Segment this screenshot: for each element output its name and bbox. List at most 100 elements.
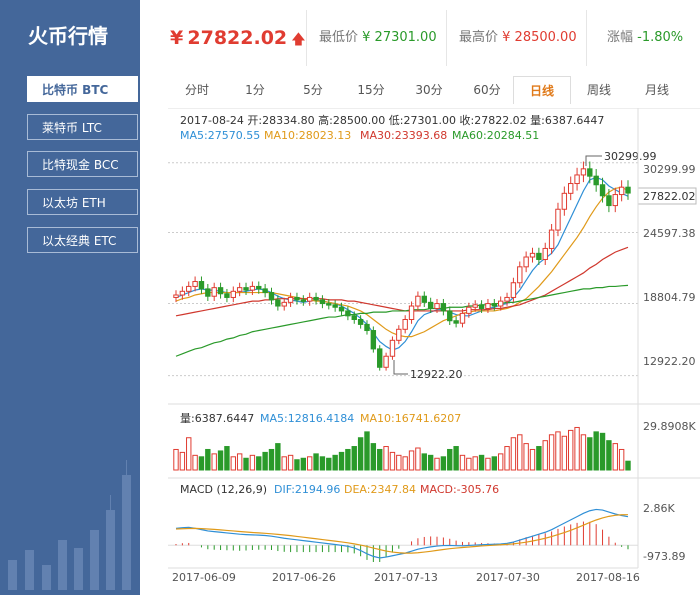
- high-price-label: 最高价: [459, 30, 499, 45]
- candle-65: [587, 168, 593, 177]
- candle-31: [370, 330, 377, 350]
- candle-60: [555, 208, 561, 231]
- ma-lines: [175, 176, 629, 357]
- volume-bar-59: [548, 434, 555, 471]
- candle-42: [440, 303, 447, 312]
- change-value: -1.80%: [637, 30, 684, 45]
- volume-bar-24: [326, 457, 332, 471]
- tab-60min[interactable]: 60分: [458, 76, 516, 104]
- vol-axis-label: 29.8908K: [643, 420, 696, 433]
- volume-bar-12: [249, 454, 256, 471]
- ma5-line: [175, 176, 629, 351]
- volume-bar-44: [453, 446, 459, 471]
- volume-bar-48: [478, 454, 485, 471]
- candle-11: [243, 287, 249, 291]
- candle-30: [364, 323, 370, 332]
- price-axis-label-3: 12922.20: [643, 355, 696, 368]
- candle-16: [275, 299, 281, 307]
- kline-chart[interactable]: 2017-08-24 开:28334.80 高:28500.00 低:27301…: [168, 108, 700, 595]
- candles: [173, 161, 631, 371]
- volume-bar-47: [472, 456, 478, 471]
- volume-bar-70: [618, 448, 625, 471]
- candle-53: [510, 282, 517, 298]
- sidebar-item-ltc[interactable]: 莱特币 LTC: [27, 114, 138, 140]
- macd-axis-bottom: -973.89: [643, 550, 685, 563]
- candle-18: [287, 296, 294, 303]
- candle-50: [491, 303, 498, 307]
- candle-47: [472, 304, 478, 308]
- candle-15: [268, 292, 275, 301]
- tab-1min[interactable]: 1分: [226, 76, 284, 104]
- min-annotation: 12922.20: [410, 368, 463, 381]
- volume-bar-45: [459, 454, 466, 471]
- macd-value-label: MACD:-305.76: [420, 483, 499, 496]
- volume-bar-55: [523, 443, 529, 471]
- sidebar-item-bcc[interactable]: 比特现金 BCC: [27, 151, 138, 177]
- price-axis-label-1: 24597.38: [643, 227, 696, 240]
- candle-36: [402, 319, 408, 330]
- currency-symbol: ¥: [170, 27, 184, 49]
- candle-28: [351, 315, 357, 320]
- volume-bar-67: [599, 432, 606, 471]
- volume-bar-20: [300, 457, 307, 471]
- candle-23: [319, 299, 326, 305]
- volume-bar-22: [313, 453, 319, 471]
- volume-bar-26: [338, 451, 345, 471]
- candle-58: [542, 247, 548, 260]
- volume-bar-25: [332, 454, 338, 471]
- candle-35: [396, 328, 402, 341]
- candle-66: [593, 175, 599, 186]
- min-pointer: [393, 360, 408, 375]
- candle-14: [262, 288, 268, 294]
- candle-0: [173, 294, 179, 298]
- candle-34: [389, 339, 396, 357]
- volume-bar-49: [485, 457, 491, 471]
- volume-bar-41: [434, 457, 440, 471]
- candle-67: [599, 184, 606, 197]
- candle-27: [345, 310, 351, 317]
- volume-bar-29: [357, 437, 364, 471]
- volume-bar-17: [281, 456, 287, 471]
- sidebar-item-etc[interactable]: 以太经典 ETC: [27, 227, 138, 253]
- tab-daily[interactable]: 日线: [513, 76, 571, 104]
- sidebar-item-btc[interactable]: 比特币 BTC: [27, 76, 138, 102]
- volume-bar-42: [440, 456, 447, 471]
- volume-bar-68: [606, 440, 612, 471]
- volume-bar-8: [224, 446, 230, 471]
- candle-9: [230, 290, 236, 298]
- volume-bar-37: [408, 450, 415, 471]
- price-tag-value: 27822.02: [643, 190, 696, 203]
- volume-bar-38: [415, 447, 421, 471]
- tab-30min[interactable]: 30分: [400, 76, 458, 104]
- volume-bar-10: [236, 453, 243, 471]
- tab-15min[interactable]: 15分: [342, 76, 400, 104]
- candle-56: [529, 252, 536, 258]
- volume-bar-43: [447, 448, 453, 471]
- volume-bar-65: [587, 437, 593, 471]
- tab-weekly[interactable]: 周线: [570, 76, 628, 104]
- vol-ma10-label: MA10:16741.6207: [360, 412, 461, 425]
- vol-ma5-label: MA5:12816.4184: [260, 412, 354, 425]
- volume-bar-40: [427, 454, 434, 471]
- tab-monthly[interactable]: 月线: [628, 76, 686, 104]
- sidebar-item-eth[interactable]: 以太坊 ETH: [27, 189, 138, 215]
- app-title: 火币行情: [28, 24, 108, 48]
- volume-bar-11: [243, 457, 249, 471]
- macd-axis-top: 2.86K: [643, 502, 675, 515]
- tab-timeshare[interactable]: 分时: [168, 76, 226, 104]
- volume-bar-64: [580, 434, 587, 471]
- candle-8: [224, 293, 230, 298]
- candle-70: [618, 186, 625, 196]
- current-price: ¥ 27822.02 🡅: [140, 10, 310, 66]
- candle-54: [517, 266, 523, 284]
- low-price-value: ¥ 27301.00: [362, 30, 437, 45]
- date-label-4: 2017-08-16: [576, 571, 640, 584]
- volume-bar-61: [561, 435, 568, 471]
- volume-bar-51: [497, 453, 504, 471]
- change-label: 涨幅: [607, 30, 634, 45]
- tab-5min[interactable]: 5分: [284, 76, 342, 104]
- price-axis-label-0: 30299.99: [643, 163, 696, 176]
- kline-info: 2017-08-24 开:28334.80 高:28500.00 低:27301…: [180, 113, 604, 127]
- candle-46: [466, 306, 472, 314]
- volume-bars: [173, 426, 631, 471]
